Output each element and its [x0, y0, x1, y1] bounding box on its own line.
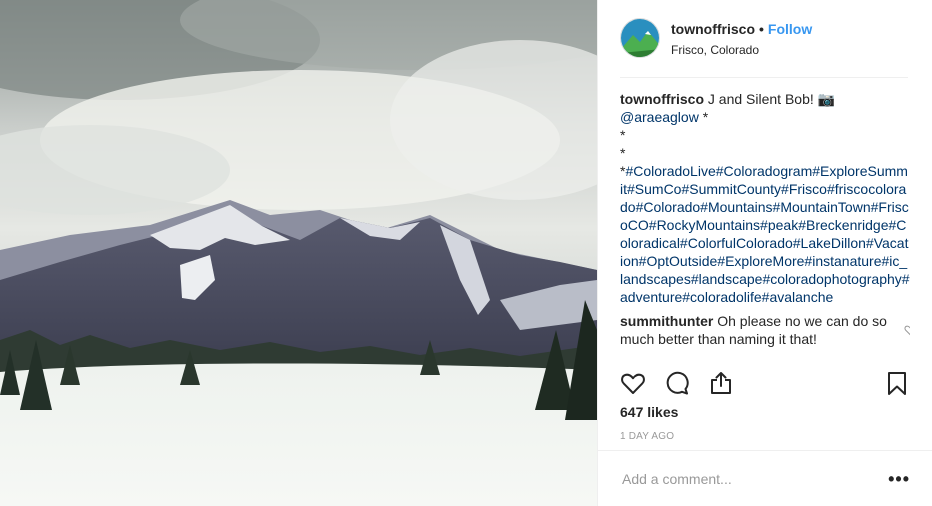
separator-dot: •	[759, 21, 764, 37]
comment-icon	[666, 371, 689, 395]
action-bar	[620, 370, 910, 396]
mountain-landscape-image	[0, 0, 597, 506]
caption-star: *	[620, 145, 626, 161]
post-photo[interactable]	[0, 0, 597, 506]
post-details-panel: townoffrisco • Follow Frisco, Colorado tow…	[597, 0, 932, 506]
comments-section[interactable]: townoffrisco J and Silent Bob! 📷 @araeag…	[620, 90, 910, 358]
caption-username[interactable]: townoffrisco	[620, 91, 704, 107]
caption: townoffrisco J and Silent Bob! 📷 @araeag…	[620, 90, 910, 306]
mention-suffix: *	[698, 109, 709, 125]
like-button[interactable]	[620, 370, 646, 396]
likes-count[interactable]: 647 likes	[620, 404, 678, 420]
caption-text: J and Silent Bob! 📷	[707, 91, 836, 107]
more-options-icon[interactable]: •••	[888, 470, 910, 488]
comment-item: summithunter Oh please no we can do so m…	[620, 312, 910, 348]
comment-input[interactable]	[622, 470, 889, 487]
post-timestamp[interactable]: 1 DAY AGO	[620, 431, 674, 442]
mention-link[interactable]: @araeaglow	[620, 109, 699, 125]
header-text: townoffrisco • Follow Frisco, Colorado	[671, 20, 812, 57]
share-button[interactable]	[708, 370, 734, 396]
follow-button[interactable]: Follow	[768, 21, 812, 37]
save-button[interactable]	[884, 370, 910, 396]
add-comment-bar: •••	[598, 450, 932, 506]
heart-icon	[621, 373, 645, 394]
comment-button[interactable]	[664, 370, 690, 396]
bookmark-icon	[888, 372, 906, 395]
hashtags-links[interactable]: #ColoradoLive#Coloradogram#ExploreSummit…	[620, 163, 910, 305]
small-heart-icon[interactable]	[904, 324, 910, 336]
caption-star: *	[620, 127, 626, 143]
mountain-logo-icon	[621, 19, 659, 57]
instagram-post: townoffrisco • Follow Frisco, Colorado tow…	[0, 0, 932, 506]
avatar[interactable]	[620, 18, 660, 58]
comment-username[interactable]: summithunter	[620, 313, 713, 329]
header-line: townoffrisco • Follow	[671, 20, 812, 38]
username-link[interactable]: townoffrisco	[671, 21, 755, 37]
share-icon	[711, 372, 731, 394]
location-link[interactable]: Frisco, Colorado	[671, 43, 812, 57]
post-header: townoffrisco • Follow Frisco, Colorado	[620, 16, 908, 78]
